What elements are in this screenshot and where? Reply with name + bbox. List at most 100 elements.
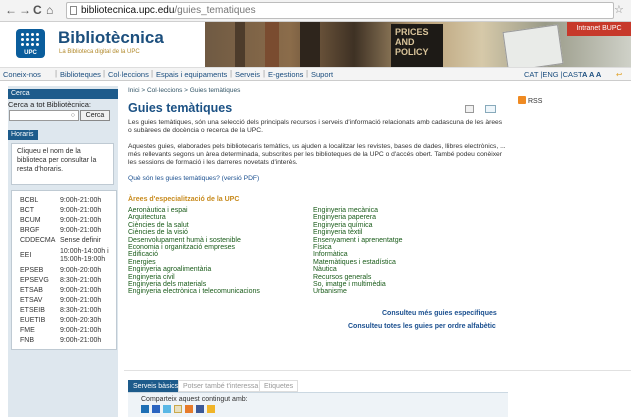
hours-value: 8:30h-21:00h [60,307,102,314]
guide-link[interactable]: Arquitectura [128,214,260,221]
nav-item-serveis[interactable]: Serveis [235,70,260,79]
home-icon[interactable]: ⌂ [46,3,53,17]
url-host: bibliotecnica.upc.edu [81,5,175,16]
nav-item-coneix-nos[interactable]: Coneix-nos [3,70,41,79]
upc-logo[interactable]: UPC [16,29,45,58]
share-label: Comparteix aquest contingut amb: [141,396,248,403]
library-link[interactable]: BCUM [20,217,60,225]
language-selector[interactable]: CAT |ENG |CAST [524,70,583,79]
library-link[interactable]: FNB [20,337,60,345]
tab-potser-tambe[interactable]: Potser també t'interessa [178,380,264,392]
search-button[interactable]: Cerca [80,110,110,121]
twitter-icon[interactable] [163,405,171,413]
address-bar[interactable]: bibliotecnica.upc.edu/guies_tematiques [66,2,614,19]
rss-link[interactable]: RSS [518,96,542,105]
guide-link[interactable]: So, imatge i multimèdia [313,281,403,288]
hours-value: 9:00h-21:00h [60,287,102,294]
guide-link[interactable]: Enginyeria química [313,222,403,229]
search-label: Cerca a tot Bibliotècnica: [8,100,91,109]
guide-link[interactable]: Energies [128,259,260,266]
bookmark-star-icon[interactable]: ☆ [614,3,624,16]
section-heading: Àrees d'especialització de la UPC [128,196,240,203]
email-icon[interactable] [485,105,496,113]
library-link[interactable]: FME [20,327,60,335]
delicious-icon[interactable] [141,405,149,413]
guide-link[interactable]: Informàtica [313,251,403,258]
guide-link[interactable]: Ciències de la visió [128,229,260,236]
hours-intro-box: Cliqueu el nom de la biblioteca per cons… [11,143,114,185]
library-link[interactable]: BCT [20,207,60,215]
intranet-link[interactable]: Intranet BUPC [567,22,631,36]
guide-link[interactable]: Ensenyament i aprenentatge [313,237,403,244]
guide-link[interactable]: Enginyeria electrònica i telecomunicacio… [128,288,260,295]
page: ← → C ⌂ bibliotecnica.upc.edu/guies_tema… [0,0,631,417]
all-guides-alphabetical-link[interactable]: Consulteu totes les guies per ordre alfa… [348,323,496,330]
library-link[interactable]: BCBL [20,197,60,205]
digg-icon[interactable] [152,405,160,413]
guide-link[interactable]: Enginyeria tèxtil [313,229,403,236]
library-link[interactable]: EPSEVG [20,277,60,285]
main-nav: Coneix-nos | Biblioteques | Col·leccions… [0,67,631,81]
library-link[interactable]: ETSAB [20,287,60,295]
rss-share-icon[interactable] [185,405,193,413]
guide-link[interactable]: Nàutica [313,266,403,273]
print-icon[interactable] [465,105,474,113]
more-specific-guides-link[interactable]: Consulteu més guies específiques [382,310,497,317]
library-link[interactable]: BRGF [20,227,60,235]
nav-item-colleccions[interactable]: Col·leccions [108,70,149,79]
rss-label: RSS [528,98,543,105]
hours-value: 9:00h-21:00h [60,327,102,334]
facebook-icon[interactable] [196,405,204,413]
guides-column-2: Enginyeria mecànica Enginyeria paperera … [313,207,403,296]
guide-link[interactable]: Enginyeria mecànica [313,207,403,214]
site-subtitle: La Biblioteca digital de la UPC [59,49,140,55]
library-link[interactable]: CDDECMA [20,237,60,245]
forward-icon[interactable]: → [19,3,31,17]
tab-etiquetes[interactable]: Etiquetes [259,380,299,392]
library-link[interactable]: EEI [20,252,60,260]
nav-item-suport[interactable]: Suport [311,70,333,79]
hours-value: 9:00h-21:00h [60,297,102,304]
search-input[interactable]: ○ [9,110,79,121]
site-name[interactable]: Bibliotècnica [58,28,164,48]
library-link[interactable]: EPSEB [20,267,60,275]
guide-link[interactable]: Física [313,244,403,251]
reload-icon[interactable]: C [33,3,42,17]
rss-icon [518,96,526,104]
stumbleupon-icon[interactable] [174,405,182,413]
back-arrow-icon[interactable]: ↩ [616,70,622,79]
guide-link[interactable]: Edificació [128,251,260,258]
banner-ereader [502,24,564,67]
back-icon[interactable]: ← [5,3,17,17]
guide-link[interactable]: Urbanisme [313,288,403,295]
page-title: Guies temàtiques [128,101,233,115]
tab-serveis-basics[interactable]: Serveis bàsics [128,380,184,392]
description-paragraph: Aquestes guies, elaborades pels bibliote… [128,143,506,166]
library-link[interactable]: ETSAV [20,297,60,305]
guide-link[interactable]: Enginyeria civil [128,274,260,281]
guide-link[interactable]: Aeronàutica i espai [128,207,260,214]
guide-link[interactable]: Recursos generals [313,274,403,281]
library-link[interactable]: ETSEIB [20,307,60,315]
search-clear-icon: ○ [70,112,75,119]
nav-item-e-gestions[interactable]: E-gestions [268,70,303,79]
url-path: /guies_tematiques [174,5,256,16]
guide-link[interactable]: Matemàtiques i estadística [313,259,403,266]
guide-link[interactable]: Enginyeria agroalimentària [128,266,260,273]
guide-link[interactable]: Desenvolupament humà i sostenible [128,237,260,244]
hours-value: 8:30h-21:00h [60,277,102,284]
breadcrumb[interactable]: Inici > Col·leccions > Guies temàtiques [128,87,240,94]
font-size-selector[interactable]: A A A [582,70,601,79]
what-are-guides-link[interactable]: Què són les guies temàtiques? (versió PD… [128,175,506,183]
guide-link[interactable]: Enginyeria paperera [313,214,403,221]
browser-toolbar: ← → C ⌂ bibliotecnica.upc.edu/guies_tema… [0,0,631,22]
search-heading: Cerca [8,89,118,99]
nav-item-espais[interactable]: Espais i equipaments [156,70,227,79]
hours-value: 9:00h-20:00h [60,267,102,274]
library-link[interactable]: EUETIB [20,317,60,325]
guide-link[interactable]: Ciències de la salut [128,222,260,229]
guide-link[interactable]: Economia i organització empreses [128,244,260,251]
nav-item-biblioteques[interactable]: Biblioteques [60,70,101,79]
bookmark-share-icon[interactable] [207,405,215,413]
guide-link[interactable]: Enginyeria dels materials [128,281,260,288]
